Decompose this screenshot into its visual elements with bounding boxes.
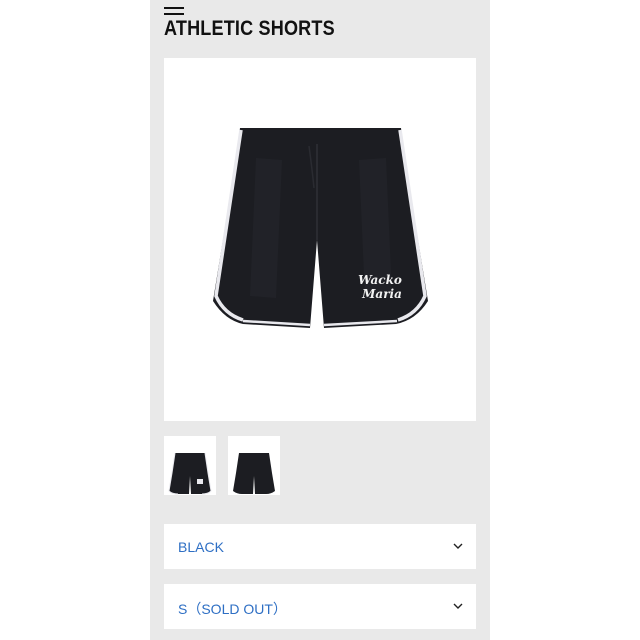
- front-shorts-thumbnail: [168, 452, 212, 495]
- product-page: ATHLETIC SHORTS Wacko Maria BLACK S（SOLD…: [150, 0, 490, 640]
- color-select[interactable]: BLACK: [164, 524, 476, 569]
- size-select[interactable]: S（SOLD OUT）: [164, 584, 476, 629]
- back-shorts-thumbnail: [233, 453, 275, 494]
- thumbnail-back[interactable]: [228, 436, 280, 495]
- thumbnail-front[interactable]: [164, 436, 216, 495]
- page-title: ATHLETIC SHORTS: [164, 17, 335, 40]
- logo-text-line1: Wacko: [358, 273, 402, 287]
- size-select-value: S（SOLD OUT）: [178, 601, 287, 617]
- color-select-value: BLACK: [178, 539, 224, 555]
- logo-text-line2: Maria: [361, 287, 402, 301]
- product-main-image[interactable]: Wacko Maria: [164, 58, 476, 421]
- shorts-photo: Wacko Maria: [213, 128, 428, 328]
- chevron-down-icon: [453, 543, 463, 549]
- chevron-down-icon: [453, 603, 463, 609]
